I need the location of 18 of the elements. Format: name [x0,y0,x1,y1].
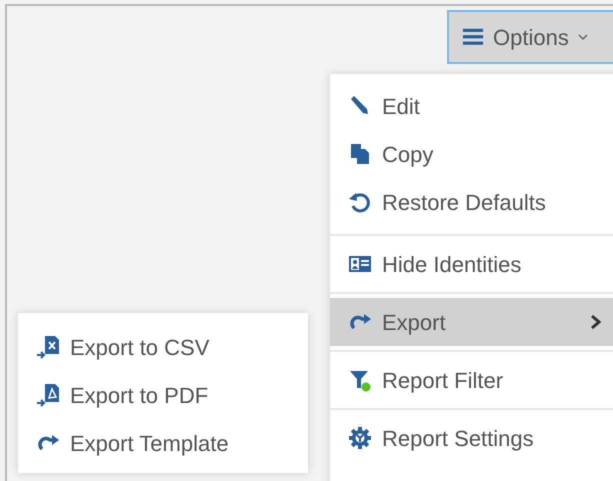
gear-icon [348,426,372,450]
submenu-item[interactable]: Export Template [18,419,308,467]
menu-item[interactable]: Hide Identities [330,240,613,288]
submenu-item[interactable]: Export to PDF [18,371,308,419]
menu-item[interactable]: Export [330,298,613,346]
copy-icon [348,142,372,166]
menu-item[interactable]: Report Settings [330,414,613,462]
menu-item[interactable]: Copy [330,130,613,178]
options-button[interactable]: Options [447,10,613,64]
restore-icon [348,190,372,214]
file-export-icon [36,383,60,407]
menu-item[interactable]: Restore Defaults [330,178,613,226]
file-export-icon [36,335,60,359]
filter-icon [348,368,372,392]
menu-item[interactable]: Edit [330,82,613,130]
menu-icon [461,26,485,48]
menu-item[interactable]: Report Filter [330,356,613,404]
submenu-item[interactable]: Export to CSV [18,323,308,371]
